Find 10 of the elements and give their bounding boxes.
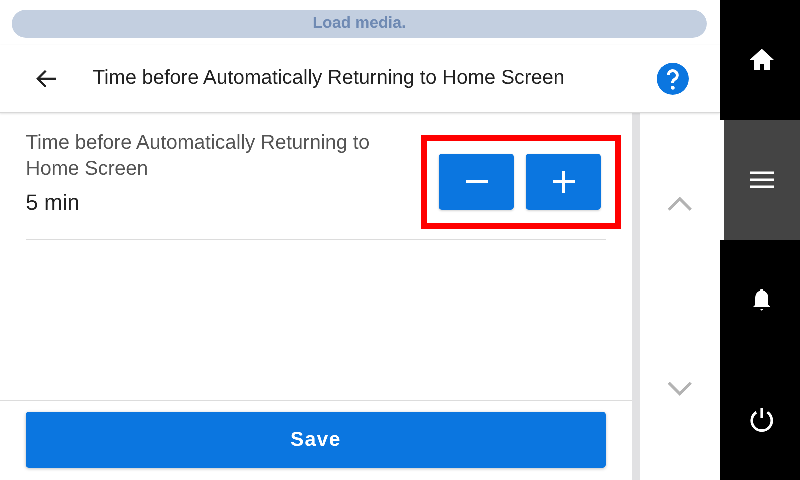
increase-button[interactable] — [526, 154, 601, 210]
screen-title: Time before Automatically Returning to Home Screen — [93, 67, 565, 90]
plus-icon — [552, 171, 574, 193]
power-icon — [748, 406, 776, 434]
minus-icon — [466, 180, 488, 184]
status-banner: Load media. — [12, 10, 707, 38]
setting-value: 5 min — [26, 190, 81, 216]
setting-label: Time before Automatically Returning to Home Screen — [26, 131, 371, 182]
help-button[interactable] — [657, 62, 689, 94]
save-button[interactable]: Save — [26, 412, 606, 468]
